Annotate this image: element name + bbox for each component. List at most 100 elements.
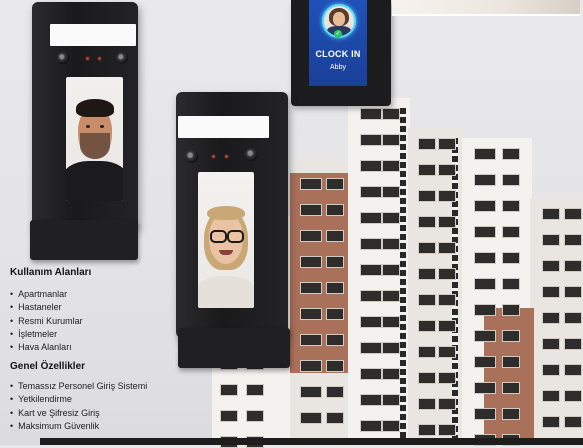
employee-name: Abby (330, 64, 346, 71)
check-icon: ✓ (334, 30, 342, 38)
building-window (300, 256, 322, 268)
building-window (300, 386, 322, 398)
list-item: Resmi Kurumlar (10, 315, 83, 328)
building-window (564, 364, 582, 376)
light-bar (178, 116, 269, 138)
usage-list: Apartmanlar Hastaneler Resmi Kurumlar İş… (10, 288, 83, 354)
building-window (474, 330, 496, 342)
building-window (542, 312, 560, 324)
building-window (438, 424, 456, 436)
building-window (360, 264, 382, 276)
building-window (418, 398, 436, 410)
building-window (382, 316, 400, 328)
building-window (438, 320, 456, 332)
building-window (382, 108, 400, 120)
building-window (564, 234, 582, 246)
building-window (438, 216, 456, 228)
building-window (360, 420, 382, 432)
building-window (438, 346, 456, 358)
building-window (438, 164, 456, 176)
list-item: Yetkilendirme (10, 393, 147, 406)
building-window (564, 208, 582, 220)
building-window (418, 138, 436, 150)
terminal-stand (30, 220, 138, 260)
building-window (474, 356, 496, 368)
building-window (382, 368, 400, 380)
building-window (300, 204, 322, 216)
clock-status: CLOCK IN (315, 49, 361, 59)
building-window (418, 294, 436, 306)
building-window (360, 108, 382, 120)
building-window (418, 268, 436, 280)
building-window (360, 134, 382, 146)
building-window (474, 304, 496, 316)
face-recognition-terminal-right (176, 92, 290, 368)
building-window (360, 186, 382, 198)
sensor-icon (97, 56, 102, 61)
list-item: Hava Alanları (10, 341, 83, 354)
building-window (564, 390, 582, 402)
building-window (474, 382, 496, 394)
list-item: Hastaneler (10, 301, 83, 314)
building-window (438, 372, 456, 384)
light-bar (50, 24, 136, 46)
building-window (474, 226, 496, 238)
building-window (474, 174, 496, 186)
camera-icon (116, 52, 128, 64)
building-window (418, 320, 436, 332)
building-window (326, 360, 344, 372)
building-window (474, 408, 496, 420)
building-window (382, 394, 400, 406)
list-item: Apartmanlar (10, 288, 83, 301)
building-window (418, 372, 436, 384)
building-window (326, 334, 344, 346)
building-window (360, 212, 382, 224)
camera-icon (57, 52, 69, 64)
building-window (326, 204, 344, 216)
building-window (246, 410, 264, 422)
building-window (438, 398, 456, 410)
building-window (382, 264, 400, 276)
building-window (542, 416, 560, 428)
building-window (300, 360, 322, 372)
building-window (326, 256, 344, 268)
building-window (542, 286, 560, 298)
list-item: Kart ve Şifresiz Giriş (10, 407, 147, 420)
sensor-icon (211, 154, 216, 159)
building-window (418, 190, 436, 202)
building-window (382, 212, 400, 224)
building-window (418, 216, 436, 228)
building-window (474, 252, 496, 264)
face-screen-woman (198, 172, 254, 308)
building-window (438, 294, 456, 306)
building-window (382, 238, 400, 250)
building-window (502, 200, 520, 212)
building-window (418, 346, 436, 358)
building-window (300, 282, 322, 294)
building-window (360, 394, 382, 406)
building-window (564, 312, 582, 324)
building-window (542, 260, 560, 272)
building-window (360, 290, 382, 302)
features-list: Temassız Personel Giriş Sistemi Yetkilen… (10, 380, 147, 433)
building-window (220, 410, 238, 422)
building-window (502, 278, 520, 290)
building-window (326, 282, 344, 294)
building-window (542, 208, 560, 220)
building-window (502, 174, 520, 186)
sensor-icon (224, 154, 229, 159)
building-window (542, 338, 560, 350)
building-window (502, 226, 520, 238)
building-window (360, 342, 382, 354)
building-window (382, 160, 400, 172)
building-window (474, 200, 496, 212)
building-window (502, 408, 520, 420)
building-window (502, 356, 520, 368)
terminal-stand (178, 328, 290, 368)
face-recognition-terminal-left (30, 2, 138, 260)
building-window (326, 230, 344, 242)
building-window (474, 148, 496, 160)
features-title: Genel Özellikler (10, 361, 86, 372)
building-window (564, 260, 582, 272)
camera-icon (185, 150, 198, 163)
